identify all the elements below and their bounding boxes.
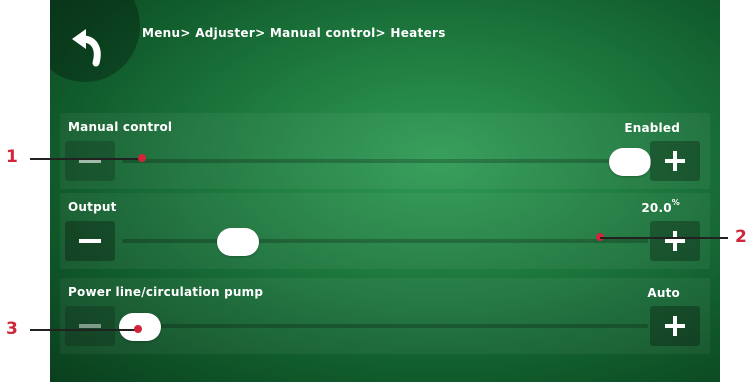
power-line-label: Power line/circulation pump [68,285,264,299]
callout-dot [134,325,142,333]
callout-number: 3 [6,319,18,339]
plus-icon [665,231,685,251]
manual-control-value: Enabled [624,121,680,135]
breadcrumb: Menu> Adjuster> Manual control> Heaters [142,26,446,40]
row-background [60,193,710,269]
callout-number: 1 [6,147,18,167]
power-line-decrease-button[interactable] [65,306,115,346]
callout-line [30,329,140,331]
output-value: 20.0% [641,198,680,215]
output-slider-track[interactable] [122,239,648,243]
output-label: Output [68,200,117,214]
manual-control-row: Manual control Enabled [60,113,710,189]
output-row: Output 20.0% [60,193,710,269]
output-increase-button[interactable] [650,221,700,261]
heater-control-screen: Menu> Adjuster> Manual control> Heaters … [50,0,720,382]
power-line-slider-track[interactable] [122,324,648,328]
plus-icon [665,151,685,171]
manual-control-decrease-button[interactable] [65,141,115,181]
callout-dot [138,154,146,162]
back-arrow-icon [72,29,101,67]
callout-line [600,237,728,239]
power-line-row: Power line/circulation pump Auto [60,278,710,354]
power-line-increase-button[interactable] [650,306,700,346]
output-slider-handle[interactable] [217,228,259,256]
minus-icon [79,324,101,328]
plus-icon [665,316,685,336]
manual-control-slider-track[interactable] [122,159,648,163]
back-button[interactable] [62,18,118,72]
power-line-value: Auto [647,286,680,300]
minus-icon [79,159,101,163]
manual-control-increase-button[interactable] [650,141,700,181]
manual-control-label: Manual control [68,120,173,134]
callout-number: 2 [735,227,747,247]
manual-control-slider-handle[interactable] [609,148,651,176]
callout-line [30,158,142,160]
output-decrease-button[interactable] [65,221,115,261]
minus-icon [79,239,101,243]
